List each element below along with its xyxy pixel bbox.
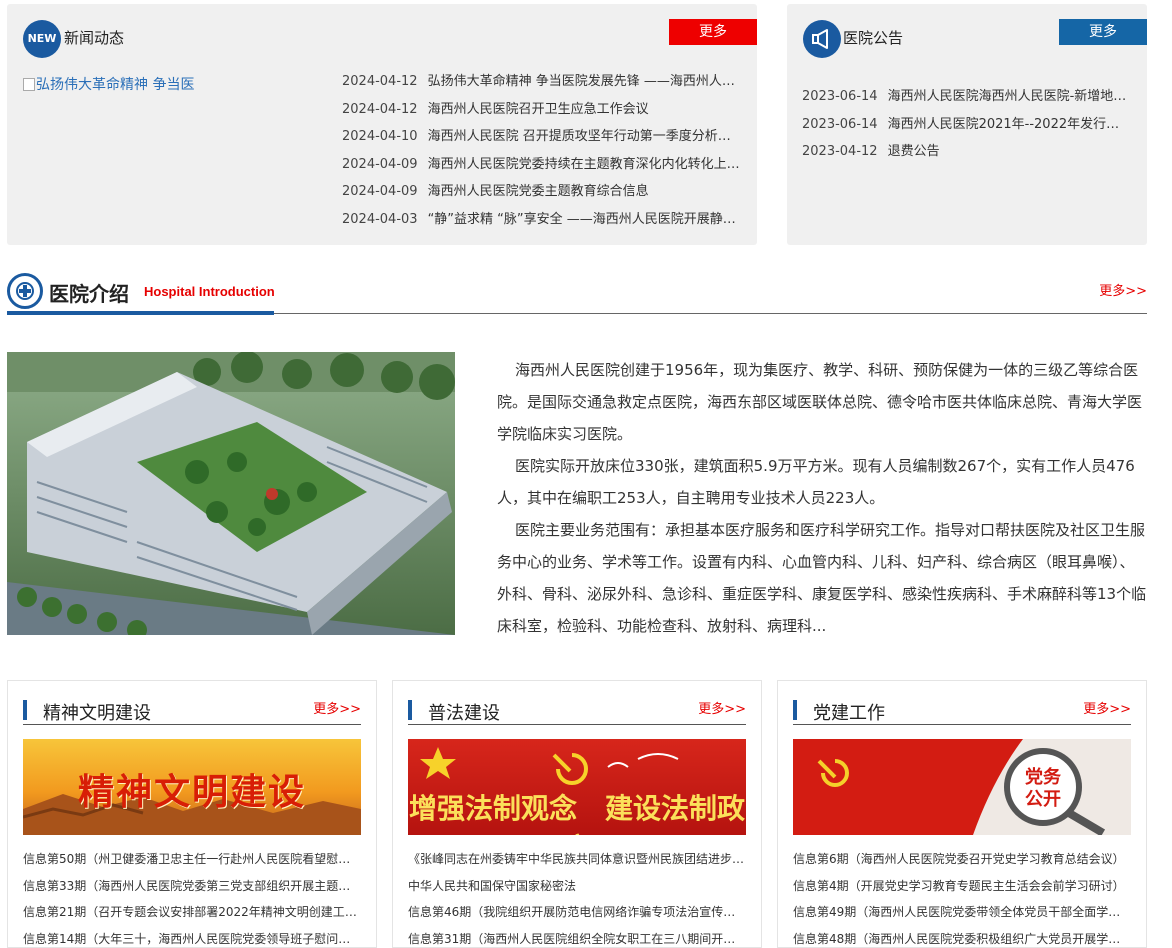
notice-panel: 医院公告 更多 2023-06-14 海西州人民医院海西州人民医院-新增地点公告 …: [787, 4, 1147, 245]
news-text: “静”益求精 “脉”享安全 ——海西州人民医院开展静脉治疗护理技能竞赛: [427, 211, 742, 227]
news-text: 海西州人民医院 召开提质攻坚年行动第一季度分析研判会: [427, 129, 742, 144]
card-list-item[interactable]: 信息第49期（海西州人民医院党委带领全体党员干部全面学习）: [793, 904, 1131, 931]
news-date: 2024-04-09: [342, 184, 418, 199]
news-text: 海西州人民医院党委持续在主题教育深化内化转化上下功夫: [427, 156, 742, 172]
notice-text: 海西州人民医院2021年--2022年发行的新版公告: [887, 116, 1132, 132]
intro-subtitle: Hospital Introduction: [144, 284, 275, 299]
news-item[interactable]: 2024-04-09 海西州人民医院党委持续在主题教育深化内化转化上下功夫: [342, 156, 742, 184]
notice-more-button[interactable]: 更多: [1059, 19, 1147, 45]
card-header: 党建工作 更多>>: [793, 698, 1131, 725]
notice-item[interactable]: 2023-04-12 退费公告: [802, 143, 1132, 171]
news-text: 海西州人民医院召开卫生应急工作会议: [427, 101, 649, 117]
intro-more-link[interactable]: 更多>>: [1099, 280, 1147, 299]
notice-text: 海西州人民医院海西州人民医院-新增地点公告: [887, 89, 1132, 104]
new-badge-text: NEW: [27, 32, 57, 45]
card-list: 信息第50期（州卫健委潘卫忠主任一行赴州人民医院看望慰问一线医务人员） 信息第3…: [23, 851, 361, 948]
card-title: 精神文明建设: [43, 703, 151, 724]
card-header-bar: [23, 700, 27, 720]
card-list: 《张峰同志在州委铸牢中华民族共同体意识暨州民族团结进步创建工作会议上的讲话》 中…: [408, 851, 746, 948]
card-header-bar: [793, 700, 797, 720]
news-date: 2024-04-12: [342, 74, 418, 89]
card-list-item[interactable]: 信息第46期（我院组织开展防范电信网络诈骗专项法治宣传活动）: [408, 904, 746, 931]
news-item[interactable]: 2024-04-03 “静”益求精 “脉”享安全 ——海西州人民医院开展静脉治疗护…: [342, 211, 742, 239]
news-text: 弘扬伟大革命精神 争当医院发展先锋 ——海西州人民医院党委组织开展主题党日活动: [427, 74, 742, 89]
card-header-bar: [408, 700, 412, 720]
card-list-item[interactable]: 《张峰同志在州委铸牢中华民族共同体意识暨州民族团结进步创建工作会议上的讲话》: [408, 851, 746, 878]
card-banner-text: 精神文明建设: [77, 771, 306, 813]
card-more-link[interactable]: 更多>>: [1083, 698, 1131, 717]
intro-section-header: 医院介绍 Hospital Introduction 更多>>: [7, 270, 1147, 315]
card-list-item[interactable]: 信息第21期（召开专题会议安排部署2022年精神文明创建工作）: [23, 904, 361, 931]
card-list-item[interactable]: 信息第50期（州卫健委潘卫忠主任一行赴州人民医院看望慰问一线医务人员）: [23, 851, 361, 878]
intro-title: 医院介绍: [49, 282, 129, 306]
news-item[interactable]: 2024-04-12 弘扬伟大革命精神 争当医院发展先锋 ——海西州人民医院党委组…: [342, 73, 742, 101]
news-featured-image-link[interactable]: 弘扬伟大革命精神 争当医: [23, 74, 194, 94]
news-title: 新闻动态: [64, 29, 125, 47]
medical-cross-icon: [7, 273, 43, 309]
notice-text: 退费公告: [887, 144, 940, 159]
card-list-item[interactable]: 信息第6期（海西州人民医院党委召开党史学习教育总结会议）: [793, 851, 1131, 878]
card-list-item[interactable]: 信息第31期（海西州人民医院组织全院女职工在三八期间开展普法宣传）: [408, 931, 746, 948]
card-banner-image[interactable]: 增强法制观念 建设法制政府: [408, 739, 746, 835]
notice-list: 2023-06-14 海西州人民医院海西州人民医院-新增地点公告 2023-06-…: [802, 88, 1132, 171]
card-banner-image[interactable]: 党务公开: [793, 739, 1131, 835]
card-legal-construction: 普法建设 更多>> 增强法制观念 建设法制政府 《张峰同志在州委铸牢中华民族共同…: [392, 680, 762, 948]
card-title: 党建工作: [813, 703, 885, 724]
news-text: 海西州人民医院党委主题教育综合信息: [427, 184, 649, 199]
card-header: 精神文明建设 更多>>: [23, 698, 361, 725]
news-item[interactable]: 2024-04-09 海西州人民医院党委主题教育综合信息: [342, 183, 742, 211]
intro-paragraph: 医院主要业务范围有：承担基本医疗服务和医疗科学研究工作。指导对口帮扶医院及社区卫…: [497, 521, 1147, 635]
card-list-item[interactable]: 信息第48期（海西州人民医院党委积极组织广大党员开展学习）: [793, 931, 1131, 948]
news-date: 2024-04-09: [342, 156, 418, 172]
intro-text: 海西州人民医院创建于1956年，现为集医疗、教学、科研、预防保健为一体的三级乙等…: [497, 354, 1147, 642]
speaker-icon: [803, 20, 841, 58]
intro-paragraph: 医院实际开放床位330张，建筑面积5.9万平方米。现有人员编制数267个，实有工…: [497, 457, 1135, 507]
broken-image-icon: [23, 78, 35, 91]
card-banner-text: 党务公开: [1025, 767, 1061, 810]
news-item[interactable]: 2024-04-10 海西州人民医院 召开提质攻坚年行动第一季度分析研判会: [342, 128, 742, 156]
notice-item[interactable]: 2023-06-14 海西州人民医院海西州人民医院-新增地点公告: [802, 88, 1132, 116]
card-party-building: 党建工作 更多>> 党务公开 信息第6期（海西州人民医院党委召开党史学习教育总结…: [777, 680, 1147, 948]
card-more-link[interactable]: 更多>>: [313, 698, 361, 717]
intro-header-underline: [7, 311, 274, 315]
card-list-item[interactable]: 信息第4期（开展党史学习教育专题民主生活会会前学习研讨）: [793, 878, 1131, 905]
card-list-item[interactable]: 中华人民共和国保守国家秘密法: [408, 878, 746, 905]
news-list: 2024-04-12 弘扬伟大革命精神 争当医院发展先锋 ——海西州人民医院党委组…: [342, 73, 742, 238]
notice-item[interactable]: 2023-06-14 海西州人民医院2021年--2022年发行的新版公告: [802, 116, 1132, 144]
news-panel: NEW 新闻动态 更多 弘扬伟大革命精神 争当医 2024-04-12 弘扬伟大革…: [7, 4, 757, 245]
card-list-item[interactable]: 信息第33期（海西州人民医院党委第三党支部组织开展主题党日活动）: [23, 878, 361, 905]
news-date: 2024-04-12: [342, 101, 418, 117]
hospital-aerial-image[interactable]: [7, 352, 455, 635]
card-list-item[interactable]: 信息第14期（大年三十，海西州人民医院党委领导班子慰问一线职工）: [23, 931, 361, 948]
news-item[interactable]: 2024-04-12 海西州人民医院召开卫生应急工作会议: [342, 101, 742, 129]
notice-title: 医院公告: [843, 29, 904, 47]
notice-date: 2023-04-12: [802, 144, 878, 159]
notice-date: 2023-06-14: [802, 116, 878, 132]
card-spiritual-civilization: 精神文明建设 更多>> 精神文明建设 信息第50期（州卫健委潘卫忠主任一行赴州人…: [7, 680, 377, 948]
new-badge-icon: NEW: [23, 20, 61, 58]
notice-date: 2023-06-14: [802, 89, 878, 104]
news-more-button[interactable]: 更多: [669, 19, 757, 45]
card-more-link[interactable]: 更多>>: [698, 698, 746, 717]
card-header: 普法建设 更多>>: [408, 698, 746, 725]
card-banner-image[interactable]: 精神文明建设: [23, 739, 361, 835]
news-featured-image-alt: 弘扬伟大革命精神 争当医: [36, 77, 195, 93]
card-banner-text: 增强法制观念 建设法制政府: [408, 792, 745, 835]
news-date: 2024-04-03: [342, 211, 418, 227]
card-title: 普法建设: [428, 703, 500, 724]
intro-paragraph: 海西州人民医院创建于1956年，现为集医疗、教学、科研、预防保健为一体的三级乙等…: [497, 361, 1143, 443]
news-date: 2024-04-10: [342, 129, 418, 144]
card-list: 信息第6期（海西州人民医院党委召开党史学习教育总结会议） 信息第4期（开展党史学…: [793, 851, 1131, 948]
